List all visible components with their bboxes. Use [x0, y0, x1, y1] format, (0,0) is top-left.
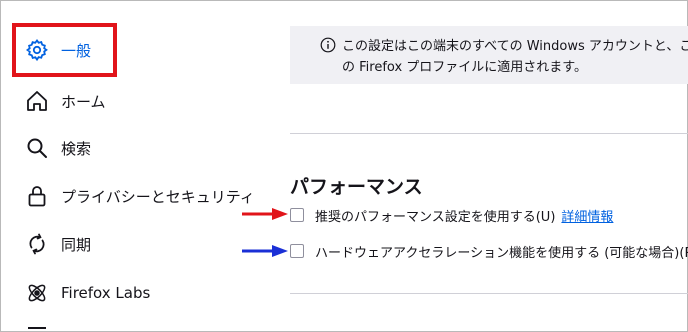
hardware-acceleration-label[interactable]: ハードウェアアクセラレーション機能を使用する (可能な場合)(R) [315, 242, 688, 261]
atom-icon [25, 281, 49, 305]
sidebar-item-label: 検索 [61, 139, 92, 158]
info-icon [320, 37, 336, 53]
recommended-performance-checkbox[interactable] [290, 208, 304, 222]
sidebar-item-label: プライバシーとセキュリティ [61, 187, 255, 206]
search-icon [25, 136, 49, 160]
sidebar-item-label: ホーム [61, 92, 106, 111]
sidebar-item-label: 同期 [61, 235, 92, 254]
learn-more-link[interactable]: 詳細情報 [561, 206, 613, 225]
lock-icon [25, 184, 49, 208]
sidebar-item-sync[interactable]: 同期 [25, 229, 91, 259]
blue-arrow [242, 245, 288, 257]
sync-icon [25, 232, 49, 256]
hardware-acceleration-checkbox[interactable] [290, 244, 304, 258]
section-title: パフォーマンス [290, 176, 423, 198]
section-divider-bottom [290, 293, 688, 294]
recommended-performance-row: 推奨のパフォーマンス設定を使用する(U) 詳細情報 [290, 205, 613, 225]
highlight-box [12, 23, 117, 77]
sidebar-next-item-edge [28, 327, 46, 329]
hardware-acceleration-row: ハードウェアアクセラレーション機能を使用する (可能な場合)(R) [290, 241, 688, 261]
sidebar-item-privacy[interactable]: プライバシーとセキュリティ [25, 181, 255, 211]
home-icon [25, 89, 49, 113]
info-panel: この設定はこの端末のすべての Windows アカウントと、この の Firef… [290, 26, 688, 84]
sidebar-item-home[interactable]: ホーム [25, 86, 106, 116]
info-text-line1: この設定はこの端末のすべての Windows アカウントと、この [342, 39, 688, 54]
recommended-performance-label[interactable]: 推奨のパフォーマンス設定を使用する(U) [315, 206, 555, 225]
sidebar-item-search[interactable]: 検索 [25, 133, 91, 163]
sidebar-item-label: Firefox Labs [61, 284, 151, 302]
red-arrow [242, 208, 288, 220]
section-divider [290, 133, 688, 134]
info-text-line2: の Firefox プロファイルに適用されます。 [342, 60, 587, 75]
sidebar-item-firefox-labs[interactable]: Firefox Labs [25, 278, 150, 308]
